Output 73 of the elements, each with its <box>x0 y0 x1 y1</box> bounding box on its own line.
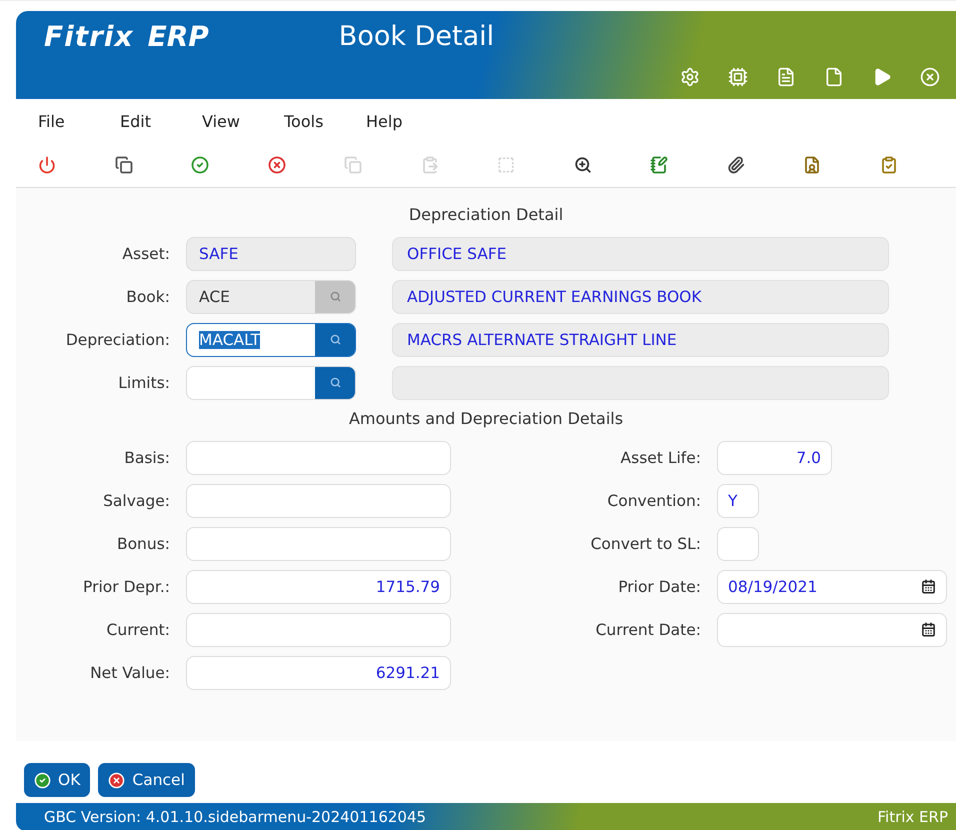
zoom-icon <box>574 156 592 174</box>
field-label: Limits: <box>117 374 171 392</box>
settings-icon[interactable] <box>680 67 700 87</box>
input-field[interactable] <box>717 526 759 560</box>
field-label: Salvage: <box>102 492 171 510</box>
field-label: Net Value: <box>89 664 171 682</box>
date-field[interactable]: 08/19/2021 <box>717 570 947 604</box>
description-field: OFFICE SAFE <box>392 236 889 270</box>
field-label: Depreciation: <box>64 330 171 348</box>
selection-icon <box>497 156 515 174</box>
check-icon <box>34 772 51 788</box>
field-label: Asset Life: <box>620 448 702 466</box>
document-icon[interactable] <box>776 67 796 87</box>
code-field[interactable]: MACALT <box>186 322 356 356</box>
blank-document-icon[interactable] <box>824 67 844 87</box>
windows-icon <box>114 156 132 174</box>
field-label: Current: <box>106 620 171 638</box>
input-field[interactable]: 7.0 <box>717 440 832 474</box>
code-field[interactable]: SAFE <box>186 236 356 270</box>
power-icon <box>38 156 56 174</box>
copy-icon <box>344 156 362 174</box>
amount-field[interactable] <box>186 440 451 474</box>
description-field: ADJUSTED CURRENT EARNINGS BOOK <box>392 280 889 314</box>
field-label: Convention: <box>606 492 702 510</box>
field-label: Convert to SL: <box>590 534 702 552</box>
amount-field[interactable] <box>186 612 451 646</box>
amount-field[interactable]: 6291.21 <box>186 656 451 690</box>
field-label: Current Date: <box>594 620 702 638</box>
menu-item[interactable]: Help <box>366 112 448 130</box>
logo-suffix: ERP <box>148 20 209 52</box>
amount-field[interactable] <box>186 526 451 560</box>
paste-icon <box>420 156 438 174</box>
section-title: Depreciation Detail <box>408 204 564 226</box>
close-icon[interactable] <box>920 67 940 87</box>
lookup-button[interactable] <box>315 366 355 398</box>
field-label: Asset: <box>121 244 171 262</box>
field-label: Bonus: <box>116 534 171 552</box>
section-title: Amounts and Depreciation Details <box>348 408 624 430</box>
search-icon <box>330 334 340 345</box>
calendar-icon[interactable] <box>921 622 936 637</box>
input-field[interactable]: Y <box>717 484 759 518</box>
field-label: Prior Date: <box>617 578 702 596</box>
field-label: Prior Depr.: <box>82 578 171 596</box>
description-field: MACRS ALTERNATE STRAIGHT LINE <box>392 322 889 356</box>
check-icon <box>191 156 209 174</box>
search-icon <box>330 291 340 302</box>
code-field[interactable]: ACE <box>186 280 356 314</box>
lookup-button[interactable] <box>315 324 355 356</box>
logo: Fitrix <box>44 20 134 52</box>
menu-item[interactable]: View <box>202 112 284 130</box>
window-title: Book Detail <box>338 20 494 52</box>
amount-field[interactable]: 1715.79 <box>186 570 451 604</box>
search-icon <box>330 377 340 388</box>
field-label: Book: <box>125 288 171 306</box>
amount-field[interactable] <box>186 484 451 518</box>
menu-item[interactable]: File <box>38 112 120 130</box>
field-label: Basis: <box>123 448 171 466</box>
document-user-icon <box>803 156 821 174</box>
cancel-icon <box>108 772 126 788</box>
version-text: GBC Version: 4.01.10.sidebarmenu-202401162045 <box>44 808 426 826</box>
menu-item[interactable]: Tools <box>284 112 366 130</box>
paperclip-icon <box>726 156 744 174</box>
brand-text: Fitrix ERP <box>877 808 948 826</box>
code-field[interactable] <box>186 366 356 400</box>
date-field[interactable] <box>717 612 947 646</box>
cancel-button[interactable]: Cancel <box>98 763 195 797</box>
menu-item[interactable]: Edit <box>120 112 202 130</box>
clipboard-check-icon <box>880 156 898 174</box>
calendar-icon[interactable] <box>921 579 936 594</box>
notebook-icon <box>650 156 668 174</box>
cancel-icon <box>268 156 286 174</box>
chip-icon[interactable] <box>728 67 748 87</box>
ok-button[interactable]: OK <box>24 763 90 797</box>
